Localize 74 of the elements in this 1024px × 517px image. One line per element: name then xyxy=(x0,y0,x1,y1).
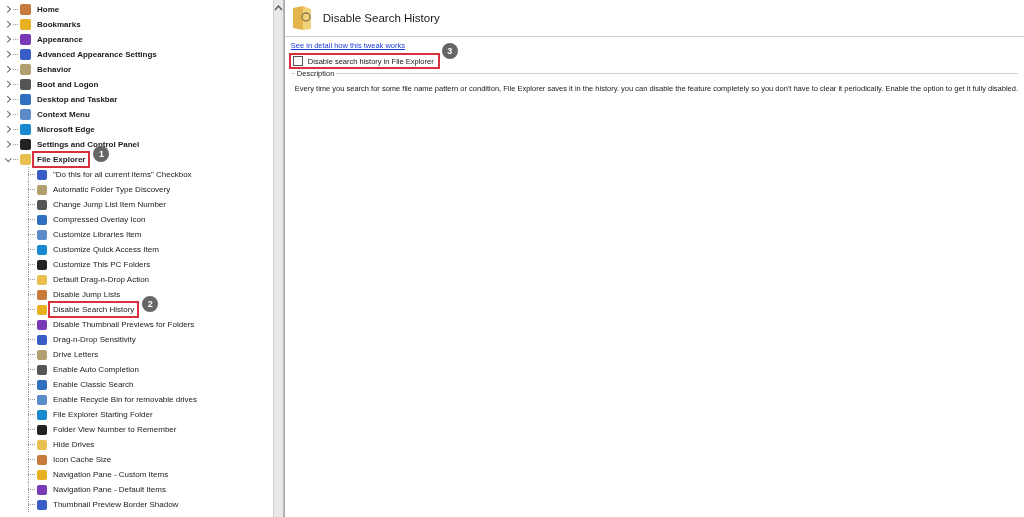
category-icon xyxy=(20,4,31,15)
tweak-icon xyxy=(37,379,47,390)
tree-item[interactable]: Drive Letters xyxy=(51,349,101,360)
tweak-icon xyxy=(37,349,47,360)
tweak-icon xyxy=(37,304,47,315)
tree-item[interactable]: Advanced Appearance Settings xyxy=(35,49,159,60)
scroll-up-icon[interactable] xyxy=(273,5,283,11)
tweak-icon xyxy=(37,274,47,285)
category-icon xyxy=(20,19,31,30)
tweak-icon xyxy=(37,409,47,420)
tree-item[interactable]: Home xyxy=(35,4,62,15)
tree-item[interactable]: Disable Thumbnail Previews for Folders xyxy=(51,319,197,330)
tree-item[interactable]: "Do this for all current items" Checkbox xyxy=(51,169,194,180)
tweak-icon xyxy=(37,364,47,375)
callout-badge: 3 xyxy=(441,43,458,59)
tree-item[interactable]: Thumbnail Preview Border Shadow xyxy=(51,499,181,510)
tree-item[interactable]: Customize Quick Access Item xyxy=(51,244,161,255)
tweak-icon xyxy=(37,184,47,195)
tree-item[interactable]: Navigation Pane - Custom Items xyxy=(51,469,171,480)
tree-item[interactable]: File Explorer Starting Folder xyxy=(51,409,155,420)
tweak-icon xyxy=(37,229,47,240)
tree-item[interactable]: Compressed Overlay Icon xyxy=(51,214,148,225)
tree-item[interactable]: Customize This PC Folders xyxy=(51,259,153,270)
tweak-icon xyxy=(37,424,47,435)
category-icon xyxy=(20,94,31,105)
tweak-icon xyxy=(37,484,47,495)
tree-item[interactable]: Hide Drives xyxy=(51,439,97,450)
tweak-icon xyxy=(37,214,47,225)
tree-item[interactable]: Default Drag-n-Drop Action xyxy=(51,274,152,285)
tree-item[interactable]: Customize Libraries Item xyxy=(51,229,144,240)
tree-item[interactable]: Appearance xyxy=(35,34,85,45)
callout-badge: 2 xyxy=(142,295,159,312)
tree-item[interactable]: Drag-n-Drop Sensitivity xyxy=(51,334,138,345)
tree-item[interactable]: Folder View Number to Remember xyxy=(51,424,179,435)
tweak-icon xyxy=(37,334,47,345)
tweak-icon xyxy=(37,289,47,300)
tree-item[interactable]: Boot and Logon xyxy=(35,79,101,90)
tweak-icon xyxy=(37,469,47,480)
category-icon xyxy=(20,154,31,165)
tree-item[interactable]: Disable Jump Lists xyxy=(51,289,123,300)
category-icon xyxy=(20,124,31,135)
tweak-icon xyxy=(37,199,47,210)
panel-title: Disable Search History xyxy=(322,12,440,24)
folder-icon xyxy=(290,5,313,31)
tweak-icon xyxy=(37,259,47,270)
tweak-icon xyxy=(37,454,47,465)
tree-item[interactable]: Navigation Pane - Default Items xyxy=(51,484,168,495)
tree-item[interactable]: Behavior xyxy=(35,64,74,75)
category-icon xyxy=(20,34,31,45)
tree-item[interactable]: File Explorer xyxy=(35,154,88,165)
tweak-icon xyxy=(37,169,47,180)
tree-item[interactable]: Enable Recycle Bin for removable drives xyxy=(51,394,200,405)
tree-item[interactable]: Disable Search History xyxy=(51,304,137,315)
category-icon xyxy=(20,139,31,150)
tweak-icon xyxy=(37,394,47,405)
category-icon xyxy=(20,49,31,60)
tree-item[interactable]: Enable Auto Completion xyxy=(51,364,141,375)
tweak-icon xyxy=(37,439,47,450)
category-icon xyxy=(20,64,31,75)
tree-item[interactable]: Automatic Folder Type Discovery xyxy=(51,184,173,195)
category-icon xyxy=(20,109,31,120)
tree-item[interactable]: Context Menu xyxy=(35,109,92,120)
scrollbar[interactable] xyxy=(273,0,284,517)
category-icon xyxy=(20,79,31,90)
tree-item[interactable]: Microsoft Edge xyxy=(35,124,97,135)
tree-item[interactable]: Bookmarks xyxy=(35,19,83,30)
tweak-icon xyxy=(37,319,47,330)
tree-item[interactable]: Icon Cache Size xyxy=(51,454,114,465)
tree-item[interactable]: Desktop and Taskbar xyxy=(35,94,120,105)
tree-item[interactable]: Enable Classic Search xyxy=(51,379,136,390)
tree-item[interactable]: Change Jump List Item Number xyxy=(51,199,168,210)
checkbox[interactable] xyxy=(292,56,303,66)
tweak-icon xyxy=(37,244,47,255)
tweak-icon xyxy=(37,499,47,510)
